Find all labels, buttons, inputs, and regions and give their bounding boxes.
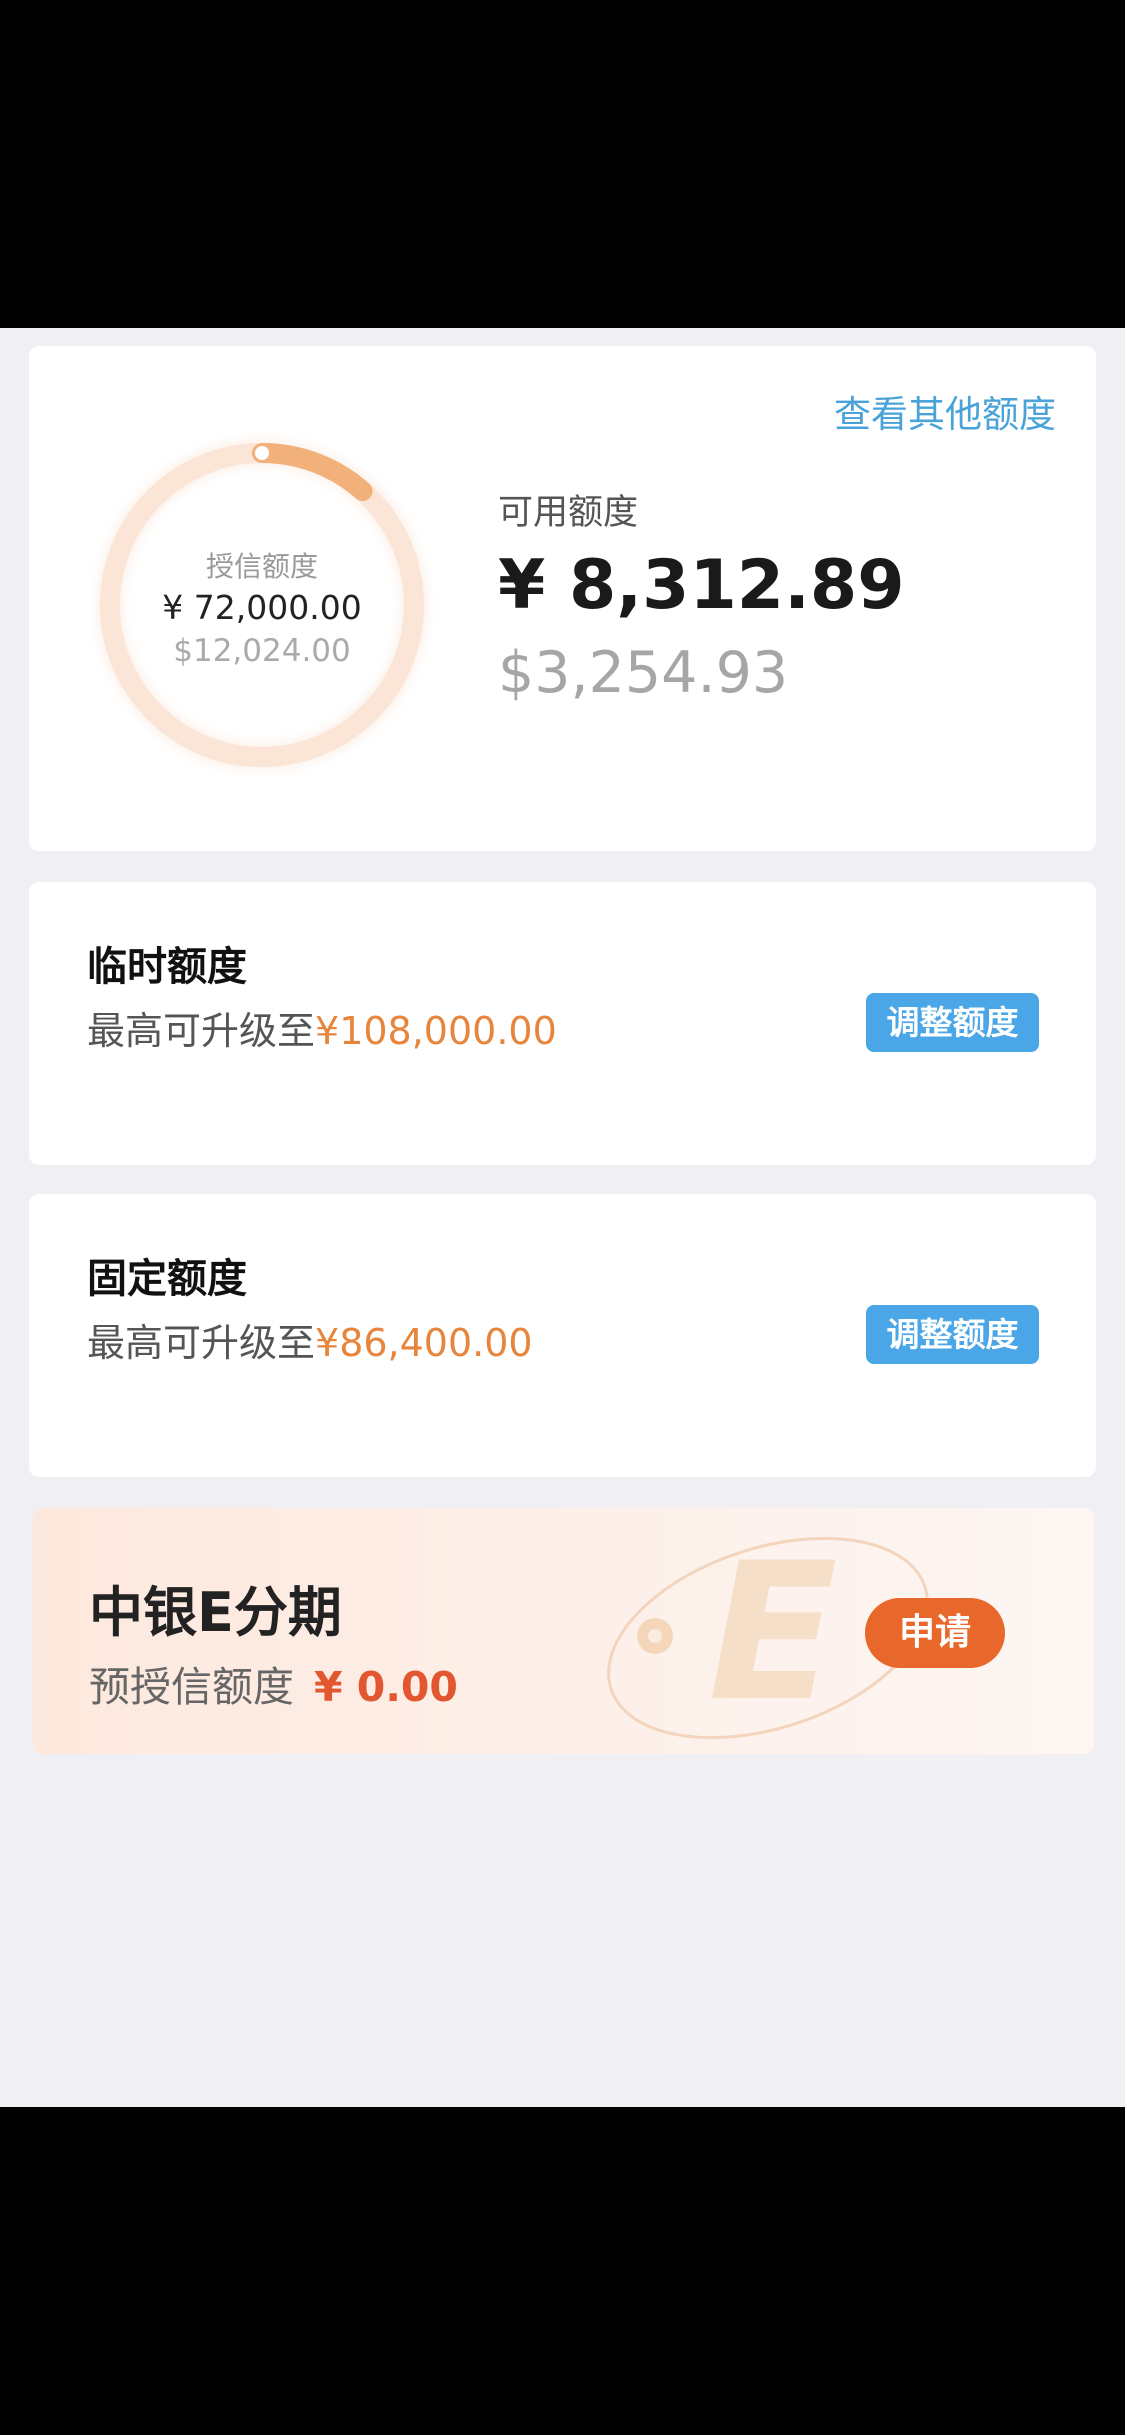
temporary-limit-max-amount: ¥108,000.00 xyxy=(315,1009,557,1053)
credit-limit-usd: $12,024.00 xyxy=(173,633,351,669)
apply-installment-button[interactable]: 申请 xyxy=(865,1598,1005,1668)
credit-limit-label: 授信额度 xyxy=(205,550,318,583)
credit-limit-cny: ¥ 72,000.00 xyxy=(162,588,362,627)
installment-desc-prefix: 预授信额度 xyxy=(89,1663,294,1711)
fixed-limit-desc-prefix: 最高可升级至 xyxy=(87,1321,316,1365)
other-limits-link[interactable]: 查看其他额度 xyxy=(834,384,1056,438)
credit-overview-card: 查看其他额度 授信额度 ¥ 72,000.00 $12,024.00 可用额度 … xyxy=(29,346,1096,851)
fixed-limit-description: 最高可升级至¥86,400.00 xyxy=(87,1312,533,1367)
available-limit-usd: $3,254.93 xyxy=(498,640,789,706)
fixed-limit-card: 固定额度 最高可升级至¥86,400.00 调整额度 xyxy=(29,1194,1096,1477)
temporary-limit-card: 临时额度 最高可升级至¥108,000.00 调整额度 xyxy=(29,882,1096,1165)
available-limit-label: 可用额度 xyxy=(498,493,639,533)
credit-usage-ring: 授信额度 ¥ 72,000.00 $12,024.00 xyxy=(87,430,437,780)
installment-title: 中银E分期 xyxy=(89,1581,342,1644)
ring-start-dot xyxy=(255,446,269,460)
temporary-limit-description: 最高可升级至¥108,000.00 xyxy=(87,1000,557,1055)
fixed-limit-title: 固定额度 xyxy=(87,1256,247,1302)
adjust-fixed-limit-button[interactable]: 调整额度 xyxy=(866,1305,1039,1364)
fixed-limit-max-amount: ¥86,400.00 xyxy=(315,1321,533,1365)
installment-pre-approved-amount: ¥ 0.00 xyxy=(314,1663,458,1711)
temporary-limit-title: 临时额度 xyxy=(87,944,247,990)
adjust-temporary-limit-button[interactable]: 调整额度 xyxy=(866,993,1039,1052)
installment-banner[interactable]: E 中银E分期 预授信额度 ¥ 0.00 申请 xyxy=(33,1508,1094,1754)
available-limit-cny: ¥ 8,312.89 xyxy=(498,546,905,625)
temporary-limit-desc-prefix: 最高可升级至 xyxy=(87,1009,316,1053)
installment-description: 预授信额度 ¥ 0.00 xyxy=(89,1653,458,1713)
credit-limit-screen: 查看其他额度 授信额度 ¥ 72,000.00 $12,024.00 可用额度 … xyxy=(0,328,1125,2107)
installment-watermark-letter: E xyxy=(708,1523,838,1743)
